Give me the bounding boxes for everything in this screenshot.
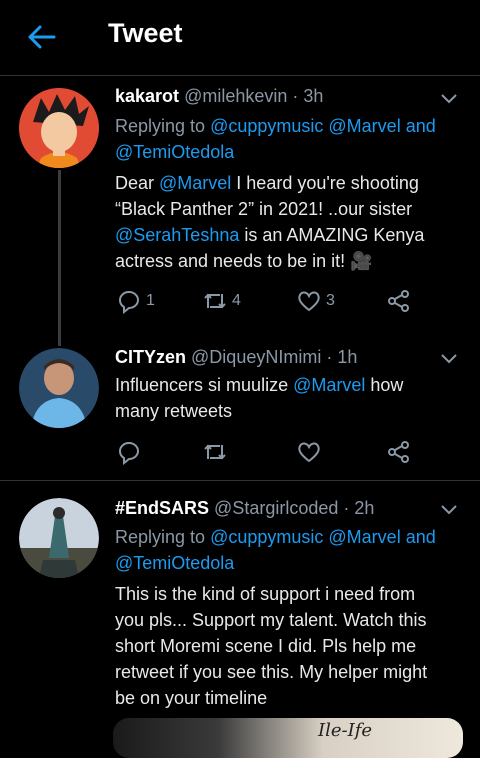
reply-context: Replying to @cuppymusic @Marvel and: [115, 527, 436, 547]
retweet-icon: [204, 293, 226, 309]
tweet-text-line: “Black Panther 2” in 2021! ..our sister: [115, 199, 413, 219]
tweet-text-line: @SerahTeshna is an AMAZING Kenya: [115, 225, 425, 245]
retweet-button[interactable]: [202, 437, 228, 467]
mention-link[interactable]: @Marvel: [328, 116, 400, 136]
reply-context-line2: @TemiOtedola: [115, 550, 234, 576]
display-name[interactable]: #EndSARS: [115, 498, 209, 518]
retweet-icon: [204, 444, 226, 460]
like-button[interactable]: 3: [296, 286, 335, 316]
thread-line: [58, 170, 61, 346]
reply-button[interactable]: 1: [116, 286, 155, 316]
avatar[interactable]: [19, 88, 99, 168]
share-icon: [388, 290, 409, 312]
media-preview[interactable]: Ile-Ife: [113, 718, 463, 758]
timestamp: · 3h: [292, 86, 324, 106]
tweet-text-line: you pls... Support my talent. Watch this: [115, 610, 427, 630]
display-name[interactable]: kakarot: [115, 86, 179, 106]
mention-link[interactable]: @Marvel: [293, 375, 365, 395]
mention-link[interactable]: @Marvel: [159, 173, 231, 193]
mention-link[interactable]: @cuppymusic: [210, 527, 323, 547]
share-button[interactable]: [386, 286, 412, 316]
chevron-down-icon[interactable]: [440, 352, 458, 364]
retweet-count: 4: [232, 292, 241, 309]
tweet-text-line: retweet if you see this. My helper might: [115, 662, 428, 682]
tweet-actions: 1 4 3: [110, 286, 430, 316]
tweet-header: kakarot @milehkevin · 3h: [115, 86, 323, 107]
tweet-text-line: be on your timeline: [115, 688, 268, 708]
tweet-header: CITYzen @DiqueyNImimi · 1h: [115, 347, 357, 368]
top-bar: Tweet: [0, 0, 480, 76]
divider: [0, 480, 480, 481]
tweet-actions: [110, 437, 430, 467]
reply-context-line2: @TemiOtedola: [115, 139, 234, 165]
mention-link[interactable]: @Marvel: [328, 527, 400, 547]
reply-button[interactable]: [116, 437, 142, 467]
handle[interactable]: @Stargirlcoded: [214, 498, 338, 518]
tweet-text-line: many retweets: [115, 401, 233, 421]
handle[interactable]: @milehkevin: [184, 86, 287, 106]
display-name[interactable]: CITYzen: [115, 347, 186, 367]
reply-count: 1: [146, 292, 155, 309]
like-count: 3: [326, 292, 335, 309]
reply-and: and: [405, 116, 436, 136]
avatar[interactable]: [19, 348, 99, 428]
mention-link[interactable]: @SerahTeshna: [115, 225, 239, 245]
media-caption: Ile-Ife: [318, 720, 373, 741]
tweet-text-line: This is the kind of support i need from: [115, 584, 416, 604]
tweet-text-line: Influencers si muulize @Marvel how: [115, 375, 404, 395]
reply-and: and: [405, 527, 436, 547]
page-title: Tweet: [108, 18, 183, 48]
like-button[interactable]: [296, 437, 322, 467]
tweet-text-line: short Moremi scene I did. Pls help me: [115, 636, 417, 656]
back-arrow-icon[interactable]: [26, 22, 58, 52]
chevron-down-icon[interactable]: [440, 503, 458, 515]
mention-link[interactable]: @TemiOtedola: [115, 553, 234, 573]
heart-icon: [298, 291, 320, 312]
chevron-down-icon[interactable]: [440, 92, 458, 104]
share-button[interactable]: [386, 437, 412, 467]
tweet-text-line: actress and needs to be in it! 🎥: [115, 251, 373, 271]
share-icon: [388, 441, 409, 463]
tweet-text-line: Dear @Marvel I heard you're shooting: [115, 173, 419, 193]
handle[interactable]: @DiqueyNImimi: [191, 347, 321, 367]
reply-icon: [119, 442, 139, 465]
heart-icon: [298, 442, 320, 463]
reply-context: Replying to @cuppymusic @Marvel and: [115, 116, 436, 136]
timestamp: · 2h: [343, 498, 375, 518]
avatar[interactable]: [19, 498, 99, 578]
tweet-header: #EndSARS @Stargirlcoded · 2h: [115, 498, 374, 519]
reply-icon: [119, 291, 139, 314]
timestamp: · 1h: [326, 347, 358, 367]
mention-link[interactable]: @TemiOtedola: [115, 142, 234, 162]
retweet-button[interactable]: 4: [202, 286, 241, 316]
mention-link[interactable]: @cuppymusic: [210, 116, 323, 136]
